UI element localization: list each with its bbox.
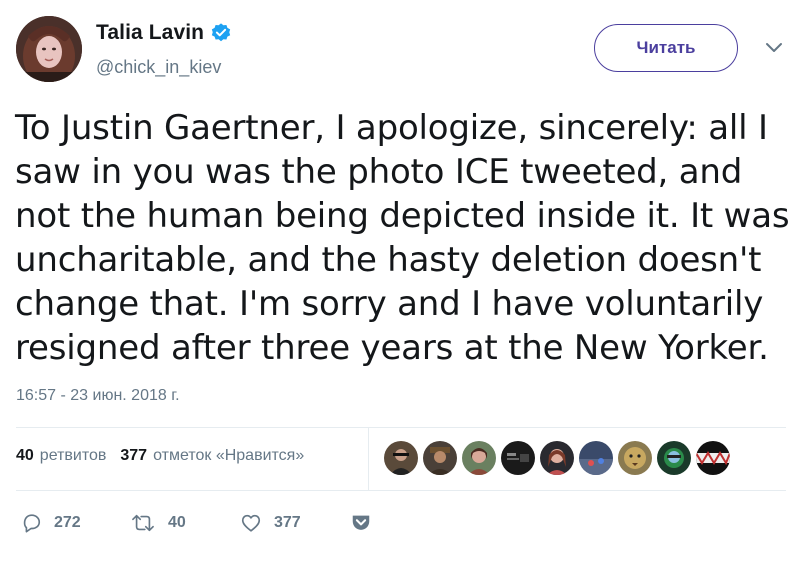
like-button[interactable]: 377 [240, 512, 350, 534]
reply-icon [23, 514, 41, 533]
tweet-line: resigned after three years at the New Yo… [15, 328, 769, 368]
liker-avatars [384, 441, 735, 475]
tweet-timestamp[interactable]: 16:57 - 23 июн. 2018 г. [16, 387, 180, 405]
retweets-label: ретвитов [39, 447, 107, 464]
avatar[interactable] [16, 16, 82, 82]
tweet-line: saw in you was the photo ICE tweeted, an… [15, 152, 743, 192]
retweets-count: 40 [16, 447, 34, 464]
liker-avatar[interactable] [384, 441, 418, 475]
pocket-button[interactable] [350, 512, 384, 534]
retweets-stat[interactable]: 40 ретвитов [16, 447, 106, 465]
retweet-count: 40 [168, 514, 186, 531]
liker-avatar[interactable] [579, 441, 613, 475]
retweet-icon [132, 514, 154, 532]
liker-avatar[interactable] [618, 441, 652, 475]
pocket-icon [352, 515, 370, 530]
likes-count: 377 [120, 447, 148, 464]
tweet-text: To Justin Gaertner, I apologize, sincere… [15, 106, 790, 370]
tweet-line: change that. I'm sorry and I have volunt… [15, 284, 764, 324]
like-count: 377 [274, 514, 301, 531]
heart-icon [241, 514, 261, 532]
liker-avatar[interactable] [540, 441, 574, 475]
likes-stat[interactable]: 377 отметок «Нравится» [120, 447, 304, 465]
divider [368, 428, 369, 490]
liker-avatar[interactable] [657, 441, 691, 475]
divider [16, 427, 786, 428]
liker-avatar[interactable] [462, 441, 496, 475]
divider [16, 490, 786, 491]
tweet-line: uncharitable, and the hasty deletion doe… [15, 240, 762, 280]
tweet-actions: 272 40 377 [20, 512, 384, 534]
liker-avatar[interactable] [501, 441, 535, 475]
reply-button[interactable]: 272 [20, 512, 130, 534]
user-handle[interactable]: @chick_in_kiev [96, 57, 221, 78]
tweet-line: To Justin Gaertner, I apologize, sincere… [15, 108, 768, 148]
follow-button[interactable]: Читать [594, 24, 738, 72]
verified-badge-icon [210, 22, 232, 44]
engagement-stats: 40 ретвитов 377 отметок «Нравится» [16, 447, 318, 465]
retweet-button[interactable]: 40 [130, 512, 240, 534]
name-row: Talia Lavin [96, 21, 232, 45]
chevron-down-icon[interactable] [764, 40, 784, 54]
reply-count: 272 [54, 514, 81, 531]
liker-avatar[interactable] [423, 441, 457, 475]
display-name[interactable]: Talia Lavin [96, 21, 204, 45]
tweet-line: not the human being depicted inside it. … [15, 196, 790, 236]
liker-avatar[interactable] [696, 441, 730, 475]
likes-label: отметок «Нравится» [153, 447, 305, 464]
